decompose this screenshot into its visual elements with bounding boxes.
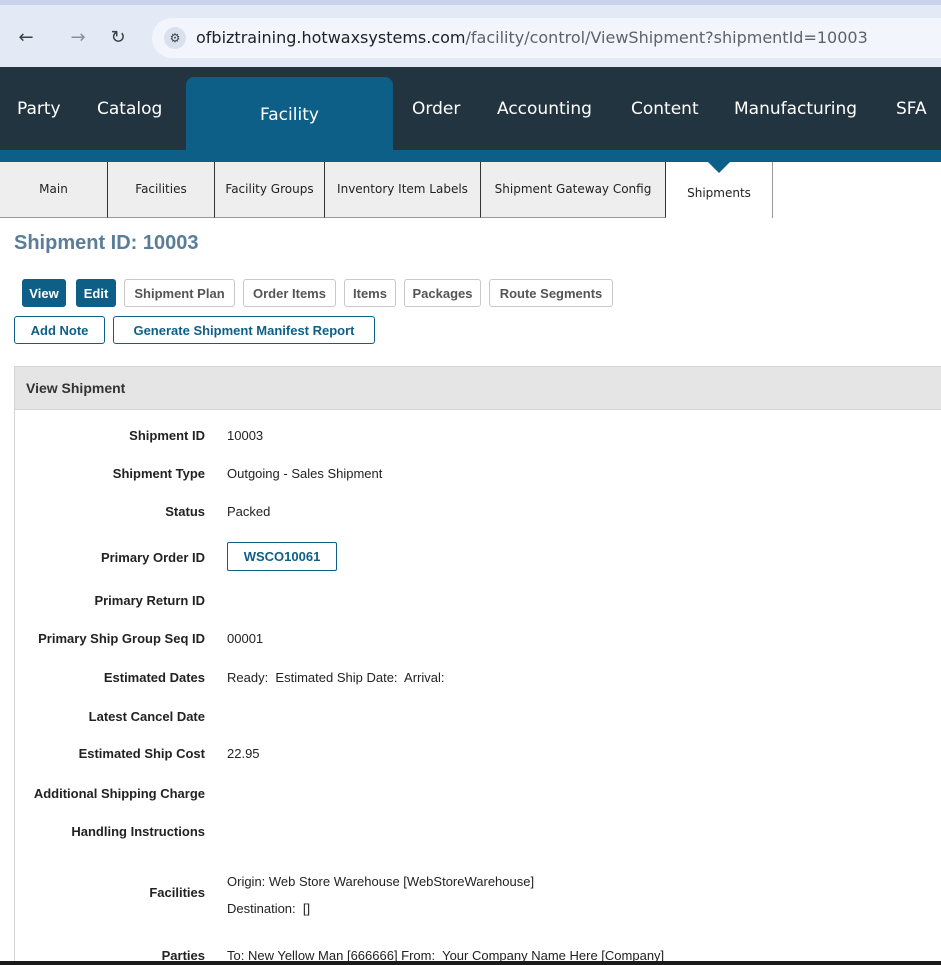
- label-primary-ship-group-seq-id: Primary Ship Group Seq ID: [38, 631, 205, 646]
- nav-facility[interactable]: Facility: [186, 77, 393, 150]
- window-bottom-edge: [0, 961, 941, 965]
- subtab-inventory-item-labels[interactable]: Inventory Item Labels: [325, 162, 481, 218]
- value-shipment-type: Outgoing - Sales Shipment: [227, 466, 383, 481]
- shipment-plan-button[interactable]: Shipment Plan: [124, 279, 235, 307]
- browser-toolbar: ← → ↻ ⚙ ofbiztraining.hotwaxsystems.com/…: [0, 0, 941, 67]
- nav-catalog[interactable]: Catalog: [97, 67, 162, 150]
- route-segments-button[interactable]: Route Segments: [489, 279, 613, 307]
- forward-arrow-icon[interactable]: →: [66, 25, 90, 49]
- url-path: /facility/control/ViewShipment?shipmentI…: [465, 28, 868, 47]
- nav-party[interactable]: Party: [17, 67, 61, 150]
- active-tab-pointer: [708, 162, 730, 173]
- nav-manufacturing[interactable]: Manufacturing: [734, 67, 857, 150]
- value-facilities-origin: Origin: Web Store Warehouse [WebStoreWar…: [227, 874, 535, 889]
- reload-icon[interactable]: ↻: [106, 25, 130, 49]
- back-arrow-icon[interactable]: ←: [14, 25, 38, 49]
- label-shipment-type: Shipment Type: [112, 466, 205, 481]
- subtab-facility-groups[interactable]: Facility Groups: [215, 162, 325, 218]
- value-facilities-destination: Destination: []: [227, 901, 311, 916]
- subtab-main[interactable]: Main: [0, 162, 108, 218]
- value-shipment-id: 10003: [227, 428, 264, 443]
- nav-content[interactable]: Content: [631, 67, 699, 150]
- order-items-button[interactable]: Order Items: [243, 279, 336, 307]
- label-status: Status: [165, 504, 205, 519]
- edit-button[interactable]: Edit: [76, 279, 116, 307]
- label-handling-instructions: Handling Instructions: [71, 824, 205, 839]
- address-bar[interactable]: ⚙ ofbiztraining.hotwaxsystems.com/facili…: [152, 18, 941, 58]
- nav-sfa[interactable]: SFA: [896, 67, 927, 150]
- nav-accounting[interactable]: Accounting: [497, 67, 592, 150]
- label-estimated-ship-cost: Estimated Ship Cost: [78, 746, 205, 761]
- value-status: Packed: [227, 504, 271, 519]
- sub-navigation: Main Facilities Facility Groups Inventor…: [0, 162, 941, 218]
- items-button[interactable]: Items: [344, 279, 396, 307]
- label-additional-shipping-charge: Additional Shipping Charge: [33, 786, 205, 801]
- label-primary-order-id: Primary Order ID: [100, 550, 205, 565]
- label-facilities: Facilities: [149, 885, 205, 900]
- label-primary-return-id: Primary Return ID: [94, 593, 205, 608]
- primary-order-link[interactable]: WSCO10061: [227, 542, 337, 571]
- view-button[interactable]: View: [22, 279, 66, 307]
- site-settings-icon[interactable]: ⚙: [164, 27, 186, 49]
- value-estimated-ship-cost: 22.95: [227, 746, 260, 761]
- value-estimated-dates: Ready: Estimated Ship Date: Arrival:: [227, 670, 445, 685]
- url-host: ofbiztraining.hotwaxsystems.com: [196, 28, 466, 47]
- generate-manifest-button[interactable]: Generate Shipment Manifest Report: [113, 316, 375, 344]
- subtab-shipment-gateway-config[interactable]: Shipment Gateway Config: [481, 162, 666, 218]
- main-navigation: Party Catalog Facility Order Accounting …: [0, 67, 941, 150]
- label-estimated-dates: Estimated Dates: [103, 670, 205, 685]
- packages-button[interactable]: Packages: [404, 279, 481, 307]
- header-divider: [0, 150, 941, 162]
- subtab-facilities[interactable]: Facilities: [108, 162, 215, 218]
- panel-header: View Shipment: [14, 366, 941, 410]
- label-shipment-id: Shipment ID: [129, 428, 205, 443]
- nav-order[interactable]: Order: [412, 67, 460, 150]
- url-text[interactable]: ofbiztraining.hotwaxsystems.com/facility…: [196, 28, 868, 47]
- value-primary-ship-group-seq-id: 00001: [227, 631, 264, 646]
- page-title: Shipment ID: 10003: [14, 232, 199, 254]
- add-note-button[interactable]: Add Note: [14, 316, 105, 344]
- label-latest-cancel-date: Latest Cancel Date: [88, 709, 205, 724]
